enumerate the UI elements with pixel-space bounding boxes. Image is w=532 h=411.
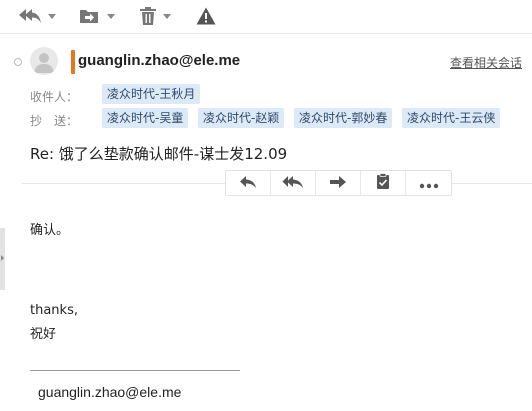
move-folder-icon (79, 7, 101, 25)
cc-tag[interactable]: 凌众时代-王云侠 (402, 108, 501, 128)
chevron-down-icon (163, 13, 171, 19)
cc-tag[interactable]: 凌众时代-吴童 (102, 108, 189, 128)
task-button[interactable] (361, 171, 406, 195)
reply-all-icon (18, 7, 42, 25)
reply-icon (239, 174, 257, 193)
body-line: thanks, (30, 303, 78, 318)
more-button[interactable] (406, 171, 451, 195)
trash-icon (139, 6, 157, 26)
to-label: 收件人： (30, 90, 79, 104)
chevron-down-icon (48, 13, 56, 19)
reply-all-button[interactable] (271, 171, 316, 195)
move-dropdown[interactable] (79, 5, 115, 27)
user-icon (34, 53, 54, 73)
collapse-handle[interactable] (0, 228, 5, 290)
avatar (30, 47, 58, 75)
body-line: 祝好 (30, 327, 57, 342)
warning-icon (196, 7, 216, 25)
sender-accent-bar (71, 50, 75, 74)
forward-button[interactable] (316, 171, 361, 195)
reply-all-dropdown[interactable] (18, 5, 56, 27)
forward-icon (329, 174, 347, 193)
signature-email: guanglin.zhao@ele.me (38, 384, 182, 400)
signature-divider (30, 370, 240, 371)
cc-label: 抄 送： (30, 114, 79, 128)
top-toolbar (0, 0, 532, 34)
chevron-down-icon (107, 13, 115, 19)
clipboard-icon (376, 172, 390, 194)
cc-tag[interactable]: 凌众时代-郭妙春 (294, 108, 393, 128)
more-icon (419, 174, 439, 193)
body-line: 确认。 (30, 223, 70, 238)
cc-tag[interactable]: 凌众时代-赵颖 (198, 108, 285, 128)
email-subject: Re: 饿了么垫款确认邮件-谋士发12.09 (30, 145, 288, 163)
sender-address[interactable]: guanglin.zhao@ele.me (78, 52, 240, 69)
message-action-bar (225, 170, 452, 196)
related-conversations-link[interactable]: 查看相关会话 (450, 54, 522, 71)
reply-button[interactable] (226, 171, 271, 195)
recipient-tag[interactable]: 凌众时代-王秋月 (102, 84, 201, 104)
reply-all-icon (282, 174, 304, 193)
delete-dropdown[interactable] (139, 5, 171, 27)
report-spam-button[interactable] (196, 5, 216, 27)
select-radio[interactable] (14, 58, 22, 66)
